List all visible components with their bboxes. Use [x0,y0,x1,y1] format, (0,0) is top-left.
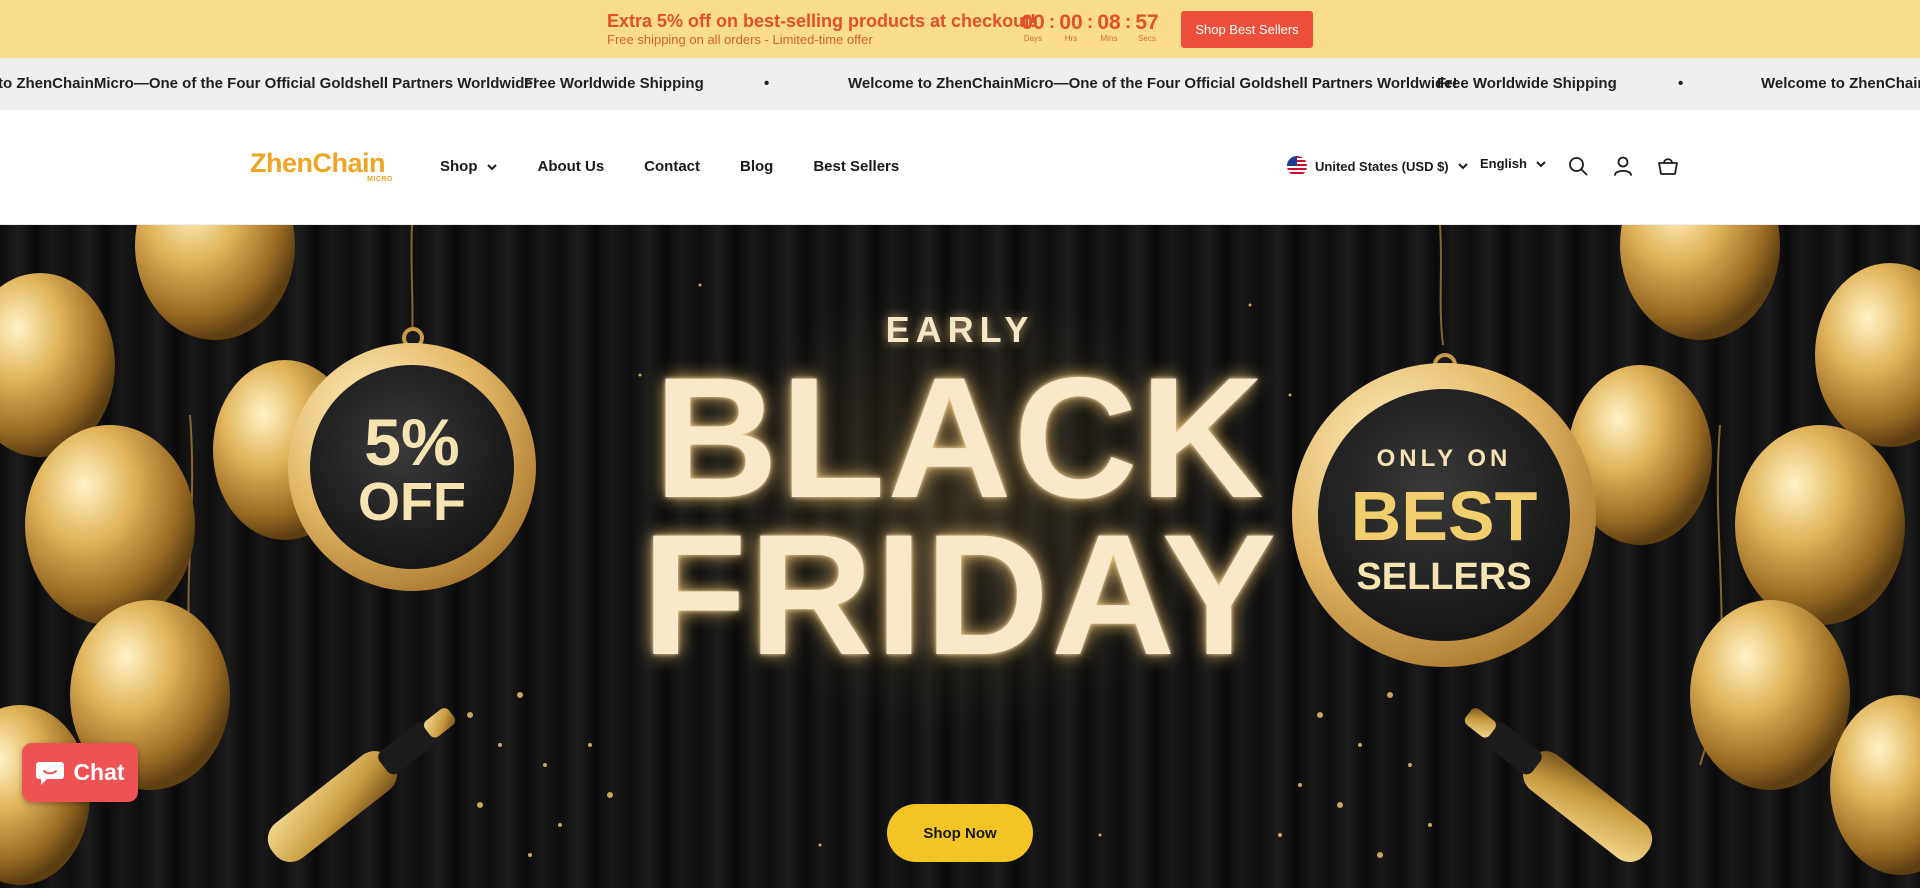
countdown-separator: : [1048,12,1056,33]
marquee-item: to ZhenChainMicro—One of the Four Offici… [0,75,538,92]
best-sellers-badge: ONLY ON BEST SELLERS [1292,363,1596,667]
hero-friday-text: FRIDAY [641,499,1279,691]
account-icon[interactable] [1612,155,1634,177]
country-label: United States (USD $) [1315,158,1449,174]
countdown-hours-value: 00 [1059,11,1083,34]
shop-now-button[interactable]: Shop Now [887,804,1033,862]
marquee-separator: • [764,75,770,92]
countdown-separator: : [1086,12,1094,33]
marquee-item: Welcome to ZhenChainM [1761,75,1920,92]
promo-title: Extra 5% off on best-selling products at… [607,11,1037,31]
countdown-days-value: 00 [1021,11,1045,34]
countdown-days-label: Days [1023,34,1043,43]
us-flag-icon [1287,156,1307,176]
best-sellers-badge-best: BEST [1350,477,1538,555]
best-sellers-badge-only-on: ONLY ON [1376,445,1512,472]
site-logo[interactable]: ZhenChain MICRO [250,148,396,186]
hero-banner[interactable]: 5% OFF ONLY ON BEST SELLERS EARLY BLACK … [0,225,1920,888]
best-sellers-badge-sellers: SELLERS [1356,556,1532,598]
countdown-hours: 00 Hrs [1056,12,1086,44]
chat-label: Chat [73,759,125,785]
nav-shop-label: Shop [440,158,478,175]
promo-bar: Extra 5% off on best-selling products at… [0,0,1920,58]
logo-text: ZhenChain [250,148,386,178]
shop-best-sellers-button[interactable]: Shop Best Sellers [1181,11,1313,48]
nav-blog[interactable]: Blog [740,157,773,177]
countdown-minutes-label: Mins [1100,34,1118,43]
countdown-minutes: 08 Mins [1094,12,1124,44]
chevron-down-icon [1536,160,1546,167]
promo-text: Extra 5% off on best-selling products at… [607,10,1036,48]
chevron-down-icon [486,164,497,171]
chat-bubble-icon [36,761,65,785]
hero-black-text: BLACK [654,342,1266,534]
chat-button[interactable]: Chat [22,743,138,802]
language-selector[interactable]: English [1480,156,1547,171]
cart-icon[interactable] [1657,155,1679,177]
search-icon[interactable] [1567,155,1589,177]
discount-badge-off: OFF [358,472,466,532]
nav-best-sellers[interactable]: Best Sellers [813,157,899,177]
chevron-down-icon [1457,163,1468,170]
marquee-item: Free Worldwide Shipping [524,75,704,92]
nav-contact[interactable]: Contact [644,157,700,177]
promo-subtitle: Free shipping on all orders - Limited-ti… [607,32,873,47]
marquee-separator: • [1678,75,1684,92]
logo-subtext: MICRO [367,176,393,183]
countdown-seconds: 57 Secs [1132,12,1162,44]
countdown-hours-label: Hrs [1064,34,1078,43]
countdown-minutes-value: 08 [1097,11,1121,34]
countdown-days: 00 Days [1018,12,1048,44]
discount-badge: 5% OFF [288,343,536,591]
nav-about-us[interactable]: About Us [538,157,605,177]
discount-badge-percent: 5% [364,405,460,479]
marquee-track: to ZhenChainMicro—One of the Four Offici… [0,58,1920,110]
announcement-marquee: to ZhenChainMicro—One of the Four Offici… [0,58,1920,110]
main-nav: Shop About Us Contact Blog Best Sellers [440,157,939,177]
language-label: English [1480,156,1527,171]
nav-shop[interactable]: Shop [440,157,498,177]
countdown-separator: : [1124,12,1132,33]
countdown-seconds-label: Secs [1138,34,1156,43]
countdown-seconds-value: 57 [1135,11,1159,34]
marquee-item: Welcome to ZhenChainMicro—One of the Fou… [848,75,1458,92]
marquee-item: Free Worldwide Shipping [1437,75,1617,92]
country-selector[interactable]: United States (USD $) [1287,156,1469,176]
countdown-timer: 00 Days : 00 Hrs : 08 Mins : 57 Secs [1018,12,1162,44]
